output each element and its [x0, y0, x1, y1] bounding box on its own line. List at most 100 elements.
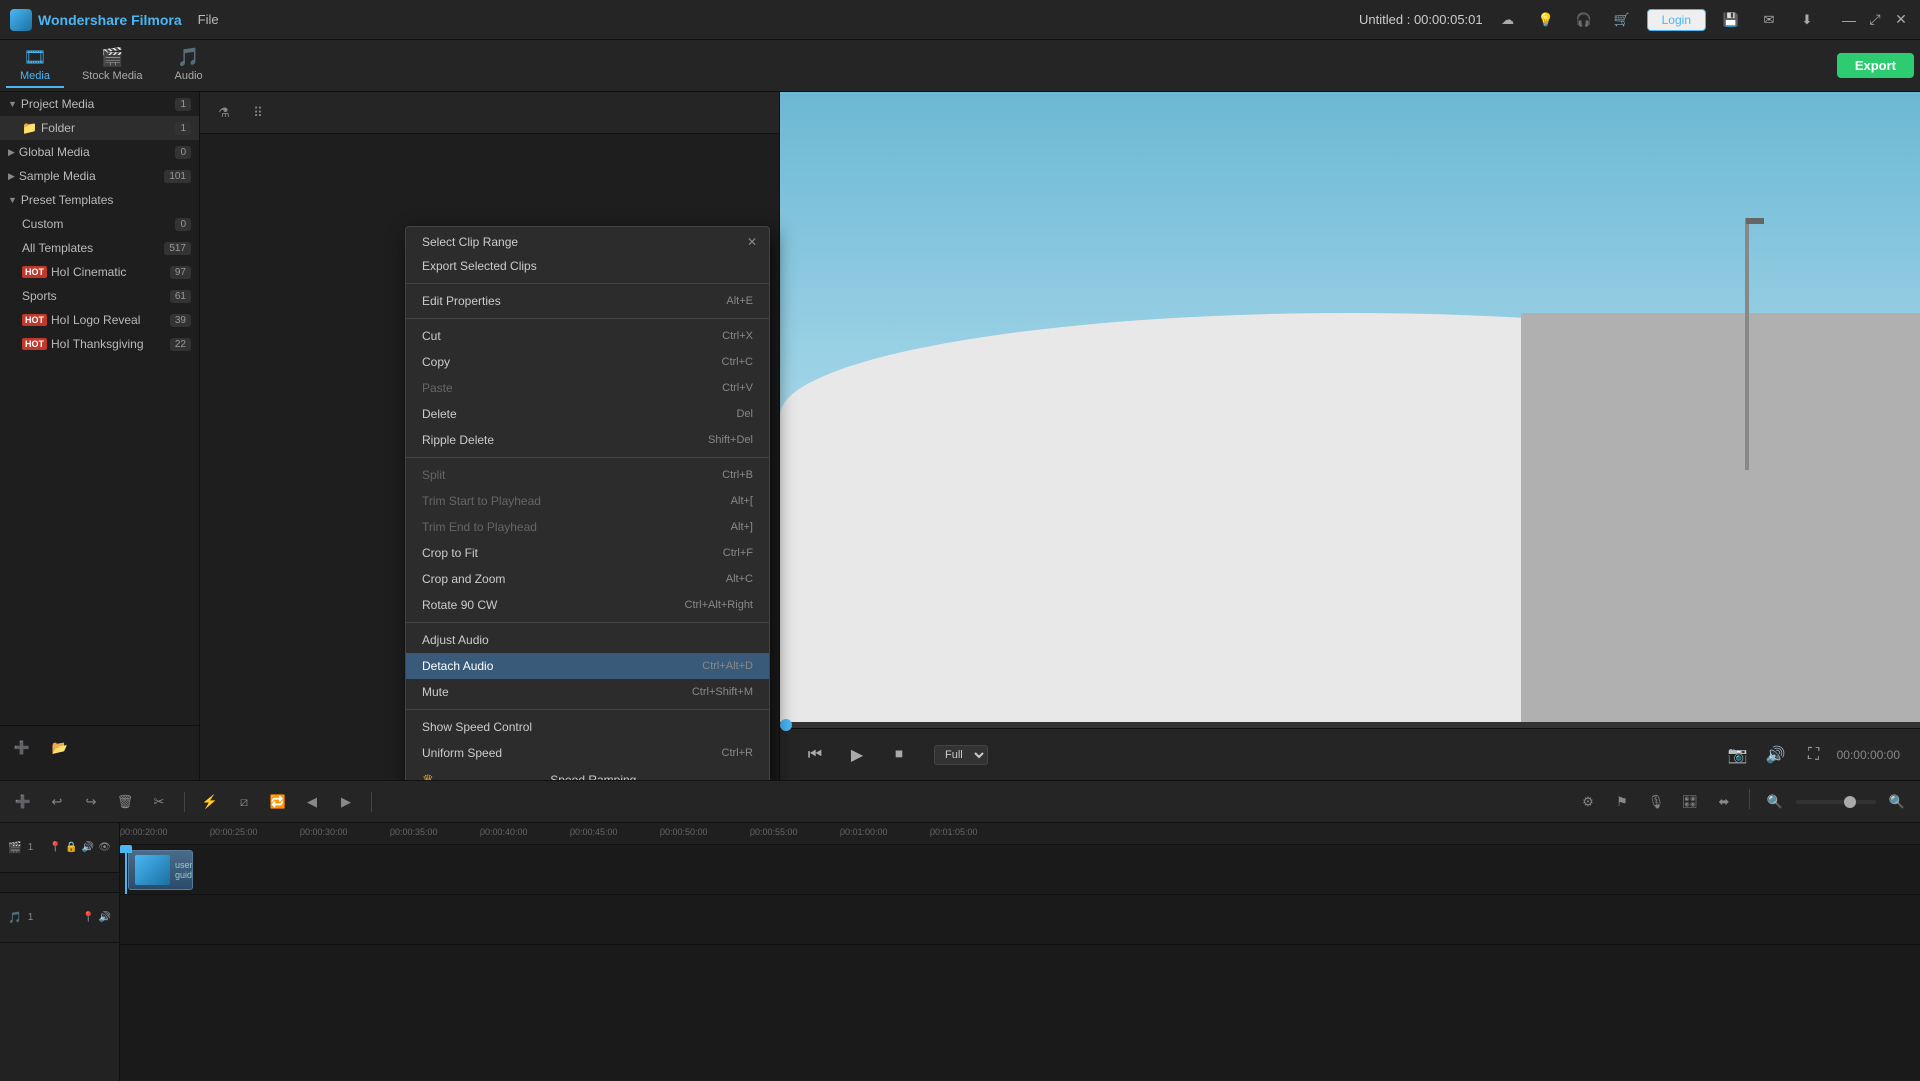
sidebar-item-sports[interactable]: Sports 61 — [0, 284, 199, 308]
next-frame-button[interactable]: ▶ — [333, 789, 359, 815]
ctx-show-speed-control[interactable]: Show Speed Control — [406, 714, 769, 740]
grid-view-icon[interactable]: ⠿ — [244, 99, 272, 127]
ctx-crop-and-zoom[interactable]: Crop and Zoom Alt+C — [406, 566, 769, 592]
close-button[interactable]: ✕ — [1892, 11, 1910, 29]
login-button[interactable]: Login — [1647, 9, 1706, 31]
ctx-crop-to-fit[interactable]: Crop to Fit Ctrl+F — [406, 540, 769, 566]
zoom-out-button[interactable]: 🔍 — [1762, 789, 1788, 815]
ctx-trim-end[interactable]: Trim End to Playhead Alt+] — [406, 514, 769, 540]
badge-sample-media: 101 — [164, 170, 191, 183]
delete-button[interactable]: 🗑 — [112, 789, 138, 815]
preview-fullscreen-icon[interactable]: ⛶ — [1799, 740, 1829, 770]
export-button[interactable]: Export — [1837, 53, 1914, 78]
download-icon[interactable]: ⬇ — [1794, 7, 1820, 33]
ctx-mute[interactable]: Mute Ctrl+Shift+M — [406, 679, 769, 705]
zoom-handle[interactable] — [1844, 796, 1856, 808]
preview-volume-icon[interactable]: 🔊 — [1761, 740, 1791, 770]
voice-record-button[interactable]: 🎙 — [1643, 789, 1669, 815]
mail-icon[interactable]: ✉ — [1756, 7, 1782, 33]
zoom-slider[interactable] — [1796, 800, 1876, 804]
tab-audio[interactable]: 🎵 Audio — [161, 43, 217, 88]
timeline-ruler: 00:00:20:00 00:00:25:00 00:00:30:00 00:0… — [120, 823, 1920, 845]
pole-top — [1746, 218, 1764, 224]
sidebar-label-global-media: Global Media — [19, 145, 90, 159]
add-track-button[interactable]: ➕ — [10, 789, 36, 815]
clip-block-user-guide[interactable]: user guide — [128, 850, 193, 890]
sidebar-item-global-media[interactable]: ▶ Global Media 0 — [0, 140, 199, 164]
ctx-delete[interactable]: Delete Del — [406, 401, 769, 427]
menu-file[interactable]: File — [198, 12, 219, 27]
tick-2: 00:00:30:00 — [300, 827, 348, 837]
ctx-trim-start-label: Trim Start to Playhead — [422, 494, 541, 508]
marker-button[interactable]: ⚑ — [1609, 789, 1635, 815]
preview-screenshot-icon[interactable]: 📷 — [1723, 740, 1753, 770]
rewind-button[interactable]: ⏮ — [800, 740, 830, 770]
ctx-export-selected[interactable]: Export Selected Clips — [406, 253, 769, 279]
audio-mix-button[interactable]: 🎛 — [1677, 789, 1703, 815]
media-tabs: 🎞 Media 🎬 Stock Media 🎵 Audio Export — [0, 40, 1920, 92]
ctx-adjust-audio[interactable]: Adjust Audio — [406, 627, 769, 653]
sidebar-item-folder[interactable]: 📁 Folder 1 — [0, 116, 199, 140]
cloud-icon[interactable]: ☁ — [1495, 7, 1521, 33]
ctx-paste[interactable]: Paste Ctrl+V — [406, 375, 769, 401]
ctx-crop-and-zoom-label: Crop and Zoom — [422, 572, 505, 586]
left-sidebar: ▼ Project Media 1 📁 Folder 1 ▶ Global Me… — [0, 92, 200, 780]
ctx-trim-start[interactable]: Trim Start to Playhead Alt+[ — [406, 488, 769, 514]
ctx-cut-shortcut: Ctrl+X — [722, 330, 753, 342]
ctx-copy[interactable]: Copy Ctrl+C — [406, 349, 769, 375]
sidebar-item-sample-media[interactable]: ▶ Sample Media 101 — [0, 164, 199, 188]
redo-button[interactable]: ↪ — [78, 789, 104, 815]
add-media-icon[interactable]: ➕ — [8, 734, 36, 762]
tab-stock-media[interactable]: 🎬 Stock Media — [68, 43, 157, 88]
track-visible-icon[interactable]: 👁 — [98, 842, 111, 853]
ctx-cut[interactable]: Cut Ctrl+X — [406, 323, 769, 349]
ctx-ripple-delete[interactable]: Ripple Delete Shift+Del — [406, 427, 769, 453]
tab-media[interactable]: 🎞 Media — [6, 43, 64, 88]
track-audio-pin-icon[interactable]: 📍 — [82, 912, 94, 923]
ctx-copy-label: Copy — [422, 355, 450, 369]
preview-progress-bar[interactable] — [780, 722, 1920, 728]
add-folder-icon[interactable]: 📂 — [46, 734, 74, 762]
sidebar-item-preset-templates[interactable]: ▼ Preset Templates — [0, 188, 199, 212]
zoom-in-button[interactable]: 🔍 — [1884, 789, 1910, 815]
ctx-crop-to-fit-shortcut: Ctrl+F — [723, 547, 753, 559]
settings-button[interactable]: ⚙ — [1575, 789, 1601, 815]
ctx-detach-audio[interactable]: Detach Audio Ctrl+Alt+D — [406, 653, 769, 679]
ctx-rotate-90-cw[interactable]: Rotate 90 CW Ctrl+Alt+Right — [406, 592, 769, 618]
sidebar-item-cinematic[interactable]: HOT HoI Cinematic 97 — [0, 260, 199, 284]
filter-icon[interactable]: ⚗ — [210, 99, 238, 127]
sidebar-item-logo-reveal[interactable]: HOT HoI Logo Reveal 39 — [0, 308, 199, 332]
track-lock-icon[interactable]: 📍 — [49, 842, 61, 853]
cart-icon[interactable]: 🛒 — [1609, 7, 1635, 33]
save-icon[interactable]: 💾 — [1718, 7, 1744, 33]
scissors-button[interactable]: ✂ — [146, 789, 172, 815]
ctx-close-icon[interactable]: ✕ — [747, 235, 757, 249]
group-button[interactable]: ⧄ — [231, 789, 257, 815]
ctx-split[interactable]: Split Ctrl+B — [406, 462, 769, 488]
split-by-time-button[interactable]: ⚡ — [197, 789, 223, 815]
sidebar-item-thanksgiving[interactable]: HOT HoI Thanksgiving 22 — [0, 332, 199, 356]
ctx-uniform-speed[interactable]: Uniform Speed Ctrl+R — [406, 740, 769, 766]
maximize-button[interactable]: ⤢ — [1866, 11, 1884, 29]
pole — [1745, 218, 1749, 470]
track-audio-volume-icon[interactable]: 🔊 — [99, 912, 111, 923]
track-mute-icon[interactable]: 🔒 — [65, 842, 77, 853]
merge-clips-button[interactable]: ⬌ — [1711, 789, 1737, 815]
loop-button[interactable]: 🔁 — [265, 789, 291, 815]
minimize-button[interactable]: — — [1840, 11, 1858, 29]
track-volume-icon[interactable]: 🔊 — [82, 842, 94, 853]
sidebar-item-all-templates[interactable]: All Templates 517 — [0, 236, 199, 260]
sidebar-item-project-media[interactable]: ▼ Project Media 1 — [0, 92, 199, 116]
prev-frame-button[interactable]: ◀ — [299, 789, 325, 815]
headset-icon[interactable]: 🎧 — [1571, 7, 1597, 33]
ctx-speed-ramping[interactable]: ♛ Speed Ramping — [406, 766, 769, 780]
play-button[interactable]: ▶ — [842, 740, 872, 770]
stop-button[interactable]: ⏹ — [884, 740, 914, 770]
undo-button[interactable]: ↩ — [44, 789, 70, 815]
sidebar-item-custom[interactable]: Custom 0 — [0, 212, 199, 236]
ctx-select-clip-range[interactable]: Select Clip Range — [422, 235, 518, 249]
bulb-icon[interactable]: 💡 — [1533, 7, 1559, 33]
quality-select[interactable]: Full Half 1/4 — [934, 745, 988, 765]
ctx-edit-properties[interactable]: Edit Properties Alt+E — [406, 288, 769, 314]
progress-playhead[interactable] — [780, 719, 792, 731]
